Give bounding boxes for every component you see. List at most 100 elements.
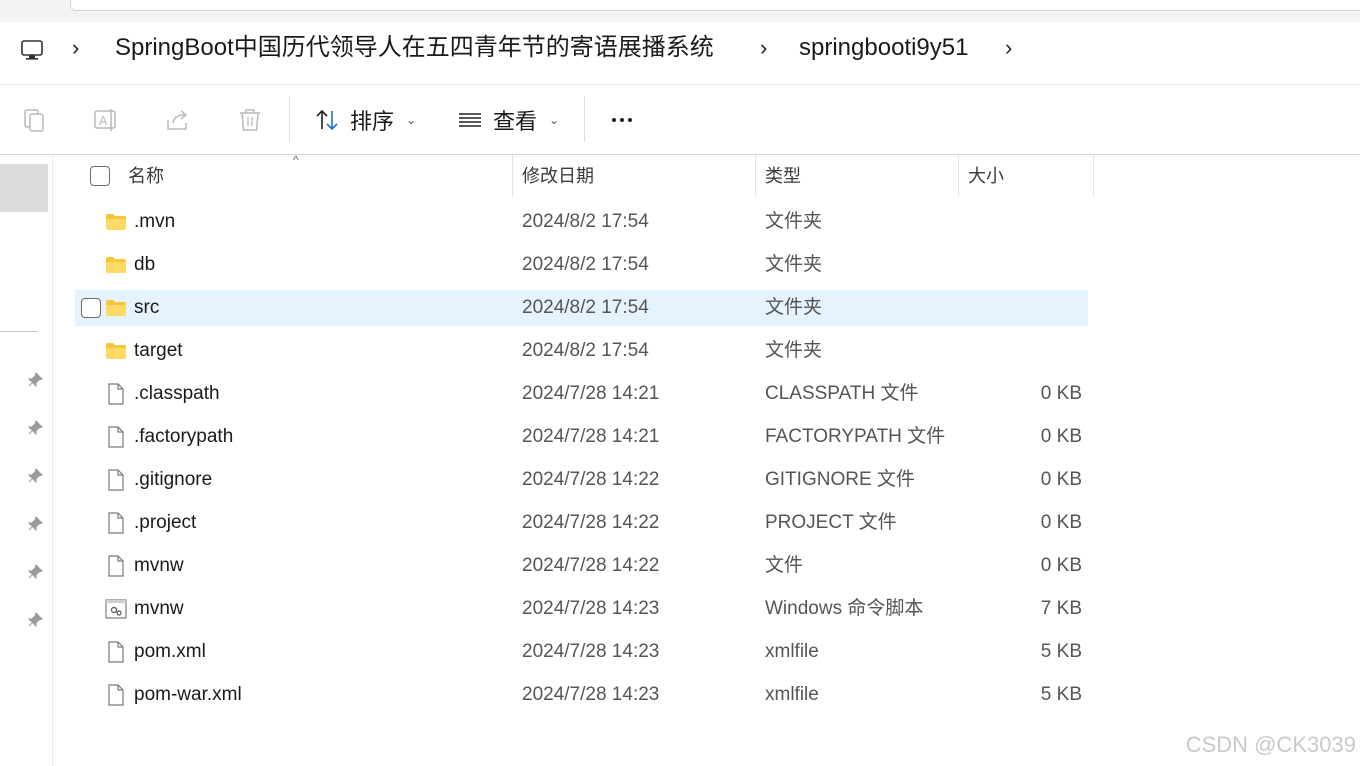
file-list-header: ^ 名称 修改日期 类型 大小 [75,153,1095,197]
file-type: 文件夹 [765,211,823,232]
select-all-checkbox[interactable] [90,166,110,186]
sort-up-icon: ^ [293,153,299,167]
view-list-icon [459,113,481,127]
chevron-right-icon[interactable]: › [72,37,86,59]
file-date: 2024/7/28 14:22 [522,555,660,576]
pin-icon[interactable] [26,611,44,629]
file-name: .gitignore [134,469,213,490]
toolbar-separator [289,96,290,142]
chevron-down-icon: ⌄ [406,113,417,127]
breadcrumb-item-folder[interactable]: springbooti9y51 [799,32,968,64]
toolbar-separator [584,96,585,142]
script-icon [105,598,127,620]
file-icon [105,426,127,448]
file-size: 7 KB [1040,598,1082,619]
file-type: xmlfile [765,684,819,705]
file-name: mvnw [134,555,184,576]
file-date: 2024/7/28 14:23 [522,598,660,619]
file-name: mvnw [134,598,184,619]
column-resize-handle[interactable] [958,155,959,197]
more-icon[interactable] [604,106,640,134]
file-icon [105,512,127,534]
chevron-right-icon[interactable]: › [760,37,774,59]
file-size: 0 KB [1040,426,1082,447]
file-name: .factorypath [134,426,234,447]
file-row[interactable]: mvnw 2024/7/28 14:23 Windows 命令脚本 7 KB [75,591,1088,627]
file-date: 2024/7/28 14:21 [522,383,660,404]
file-row[interactable]: .mvn 2024/8/2 17:54 文件夹 [75,204,1088,240]
file-type: Windows 命令脚本 [765,598,924,619]
file-row[interactable]: db 2024/8/2 17:54 文件夹 [75,247,1088,283]
file-name: pom.xml [134,641,206,662]
delete-icon[interactable] [236,106,264,134]
column-header-date[interactable]: 修改日期 [522,155,594,197]
column-resize-handle[interactable] [1093,155,1094,197]
file-date: 2024/7/28 14:22 [522,469,660,490]
file-row[interactable]: target 2024/8/2 17:54 文件夹 [75,333,1088,369]
file-name: target [134,340,183,361]
file-type: 文件夹 [765,340,823,361]
file-name: .mvn [134,211,176,232]
file-icon [105,684,127,706]
file-icon [105,555,127,577]
file-row[interactable]: mvnw 2024/7/28 14:22 文件 0 KB [75,548,1088,584]
navigation-pane [0,155,53,766]
address-bar-edge[interactable] [70,0,1360,11]
file-row[interactable]: .gitignore 2024/7/28 14:22 GITIGNORE 文件 0 K… [75,462,1088,498]
row-checkbox[interactable] [81,298,101,318]
folder-icon [105,211,127,233]
pin-icon[interactable] [26,467,44,485]
file-row[interactable]: .factorypath 2024/7/28 14:21 FACTORYPATH 文… [75,419,1088,455]
file-type: GITIGNORE 文件 [765,469,915,490]
file-name: .project [134,512,197,533]
column-header-type[interactable]: 类型 [765,155,801,197]
pin-icon[interactable] [26,563,44,581]
watermark: CSDN @CK3039 [1185,732,1356,757]
file-type: PROJECT 文件 [765,512,897,533]
file-name: db [134,254,156,275]
file-row[interactable]: src 2024/8/2 17:54 文件夹 [75,290,1088,326]
breadcrumb-item-project[interactable]: SpringBoot中国历代领导人在五四青年节的寄语展播系统 [115,32,714,64]
folder-icon [105,340,127,362]
sort-button[interactable]: 排序 ⌄ [314,104,416,136]
rename-icon[interactable]: A [92,106,120,134]
folder-icon [105,254,127,276]
file-row[interactable]: .classpath 2024/7/28 14:21 CLASSPATH 文件 0 K… [75,376,1088,412]
file-date: 2024/7/28 14:23 [522,684,660,705]
nav-selected-item[interactable] [0,164,48,212]
file-date: 2024/7/28 14:21 [522,426,660,447]
column-header-size[interactable]: 大小 [968,155,1004,197]
file-type: 文件夹 [765,254,823,275]
pin-icon[interactable] [26,419,44,437]
file-date: 2024/7/28 14:22 [522,512,660,533]
file-size: 0 KB [1040,512,1082,533]
file-row[interactable]: pom.xml 2024/7/28 14:23 xmlfile 5 KB [75,634,1088,670]
file-icon [105,469,127,491]
nav-separator [0,331,38,332]
computer-icon[interactable] [18,36,46,64]
file-name: pom-war.xml [134,684,242,705]
file-size: 5 KB [1040,641,1082,662]
file-row[interactable]: pom-war.xml 2024/7/28 14:23 xmlfile 5 KB [75,677,1088,713]
folder-icon [105,297,127,319]
sort-icon [316,109,338,131]
column-resize-handle[interactable] [755,155,756,197]
pin-icon[interactable] [26,515,44,533]
file-icon [105,383,127,405]
file-date: 2024/8/2 17:54 [522,297,649,318]
file-type: 文件 [765,555,804,576]
file-name: src [134,297,160,318]
copy-icon[interactable] [20,106,48,134]
file-date: 2024/8/2 17:54 [522,254,649,275]
pin-icon[interactable] [26,371,44,389]
chevron-right-icon[interactable]: › [1005,37,1019,59]
file-row[interactable]: .project 2024/7/28 14:22 PROJECT 文件 0 KB [75,505,1088,541]
view-button[interactable]: 查看 ⌄ [457,104,559,136]
file-icon [105,641,127,663]
column-header-name[interactable]: 名称 [128,155,164,197]
column-resize-handle[interactable] [512,155,513,197]
sort-label: 排序 [350,109,395,134]
share-icon[interactable] [164,106,192,134]
file-size: 0 KB [1040,383,1082,404]
view-label: 查看 [493,109,538,134]
